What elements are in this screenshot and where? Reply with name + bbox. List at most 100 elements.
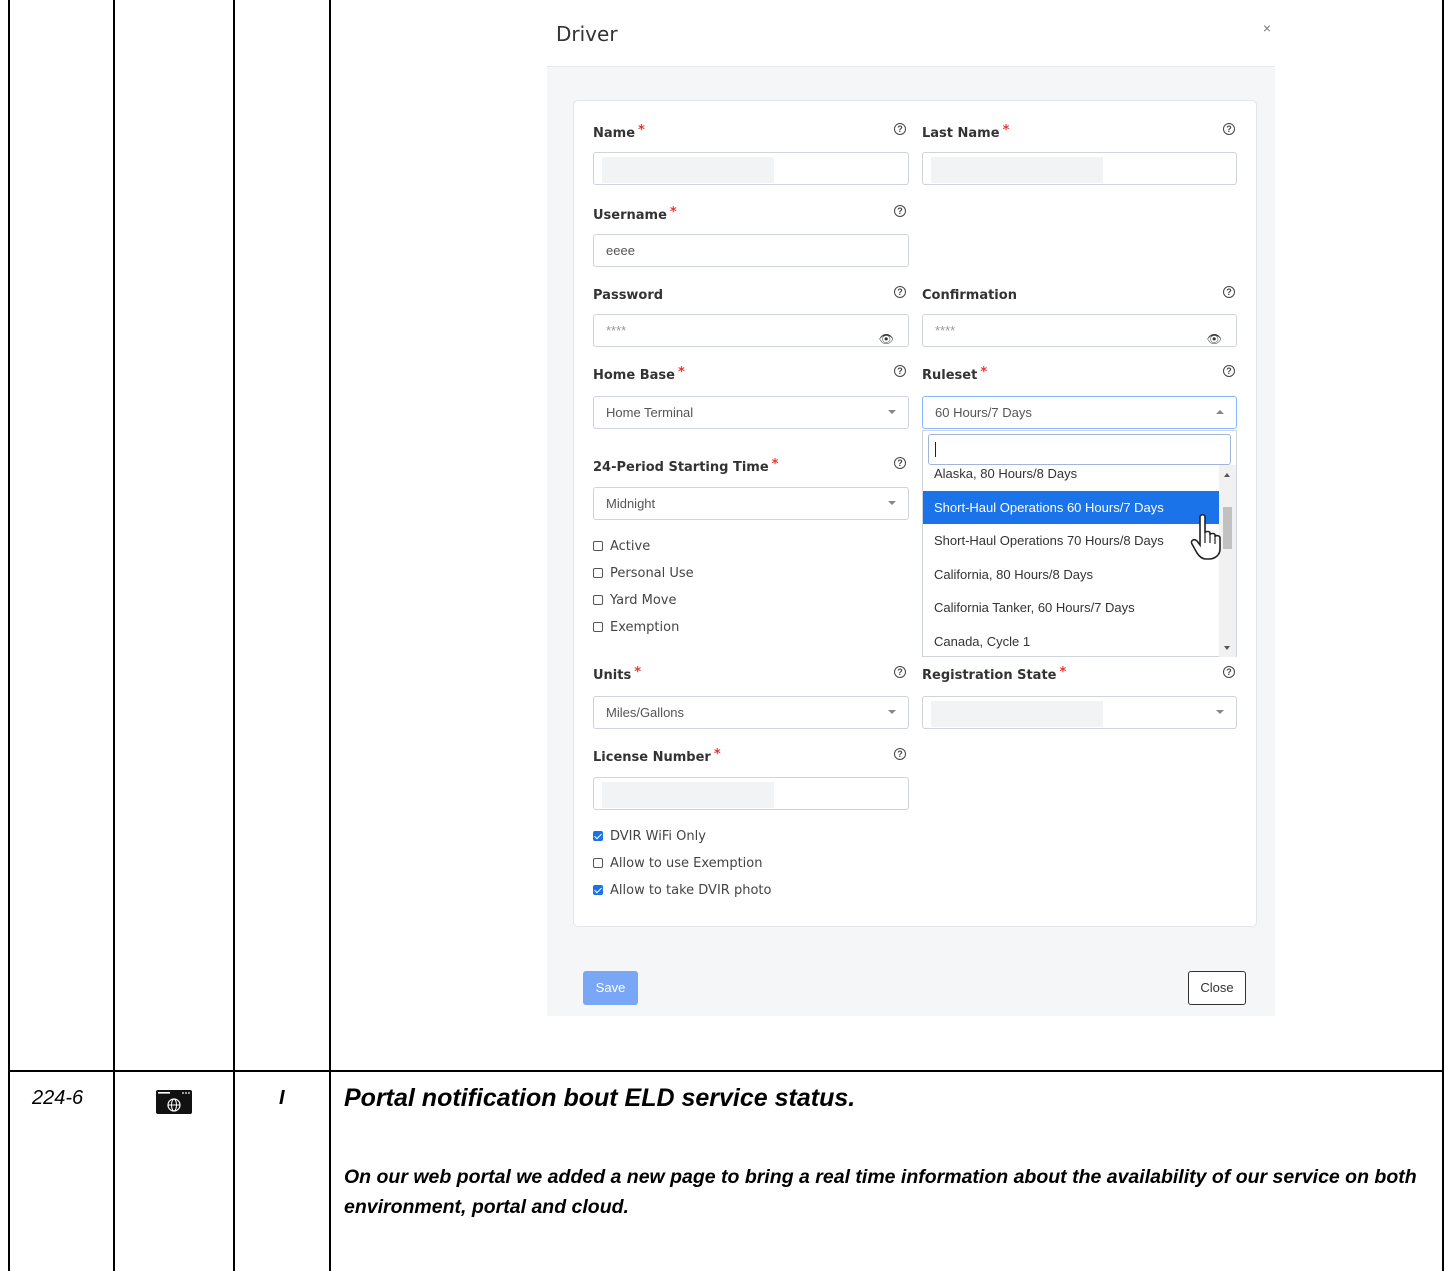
checkbox-label: Yard Move <box>610 593 677 608</box>
row-description: On our web portal we added a new page to… <box>344 1166 1417 1218</box>
dropdown-scrollbar[interactable] <box>1219 465 1236 657</box>
redacted-value <box>602 782 774 808</box>
ruleset-option[interactable]: California, 80 Hours/8 Days <box>923 558 1220 591</box>
confirmation-value: **** <box>935 323 956 338</box>
checkbox-unchecked-icon[interactable] <box>593 595 603 605</box>
ruleset-option[interactable]: Short-Haul Operations 70 Hours/8 Days <box>923 524 1220 557</box>
modal-footer: Save Close <box>556 958 1266 1016</box>
table-border-col3 <box>329 0 331 1271</box>
license-label: License Number * <box>593 747 721 765</box>
redacted-value <box>931 701 1103 727</box>
help-circle-icon[interactable]: ? <box>894 666 906 678</box>
hand-pointer-icon <box>1190 513 1221 560</box>
help-circle-icon[interactable]: ? <box>894 365 906 377</box>
checkbox-unchecked-icon[interactable] <box>593 622 603 632</box>
ruleset-option[interactable]: Canada, Cycle 1 <box>923 625 1220 658</box>
modal-header: Driver × <box>547 0 1275 67</box>
period-select[interactable]: Midnight <box>593 487 909 520</box>
ruleset-option[interactable]: California Tanker, 60 Hours/7 Days <box>923 591 1220 624</box>
checkbox-item[interactable]: Exemption <box>593 620 679 635</box>
eye-slash-icon[interactable]: 👁 <box>1207 324 1222 355</box>
row-title: Portal notification bout ELD service sta… <box>344 1084 856 1112</box>
modal-title: Driver <box>556 22 618 46</box>
checkbox-unchecked-icon[interactable] <box>593 568 603 578</box>
help-circle-icon[interactable]: ? <box>1223 123 1235 135</box>
checkbox-item[interactable]: Yard Move <box>593 593 676 608</box>
username-label: Username * <box>593 205 677 223</box>
row-type: I <box>279 1087 285 1109</box>
confirmation-label: Confirmation <box>922 288 1017 303</box>
period-label: 24-Period Starting Time * <box>593 457 779 475</box>
checkbox-item[interactable]: Allow to take DVIR photo <box>593 883 771 898</box>
home-base-select[interactable]: Home Terminal <box>593 396 909 429</box>
web-browser-globe-icon <box>154 1087 194 1117</box>
row-id: 224-6 <box>32 1087 84 1109</box>
home-base-label: Home Base * <box>593 365 685 383</box>
scroll-down-arrow[interactable] <box>1224 646 1230 650</box>
password-input[interactable]: **** 👁 <box>593 314 909 347</box>
units-value: Miles/Gallons <box>606 705 685 720</box>
ruleset-options-list: Alaska, 80 Hours/8 Days Short-Haul Operat… <box>923 465 1220 657</box>
units-select[interactable]: Miles/Gallons <box>593 696 909 729</box>
ruleset-option[interactable]: Short-Haul Operations 60 Hours/7 Days <box>923 490 1220 524</box>
checkbox-item[interactable]: Allow to use Exemption <box>593 856 762 871</box>
last-name-input[interactable] <box>922 152 1237 185</box>
ruleset-search-input[interactable] <box>928 434 1231 465</box>
help-circle-icon[interactable]: ? <box>894 748 906 760</box>
name-label: Name * <box>593 123 645 141</box>
scrollbar-thumb[interactable] <box>1223 507 1232 549</box>
checkbox-checked-icon[interactable] <box>593 831 603 841</box>
checkbox-item[interactable]: DVIR WiFi Only <box>593 829 706 844</box>
license-input[interactable] <box>593 777 909 810</box>
checkbox-checked-icon[interactable] <box>593 885 603 895</box>
ruleset-value: 60 Hours/7 Days <box>935 405 1032 420</box>
help-circle-icon[interactable]: ? <box>1223 666 1235 678</box>
checkbox-item[interactable]: Active <box>593 539 650 554</box>
redacted-value <box>931 157 1103 183</box>
ruleset-select[interactable]: 60 Hours/7 Days <box>922 396 1237 429</box>
redacted-value <box>602 157 774 183</box>
password-label: Password <box>593 288 664 303</box>
username-input[interactable]: eeee <box>593 234 909 267</box>
checkbox-label: Exemption <box>610 620 680 635</box>
help-circle-icon[interactable]: ? <box>894 457 906 469</box>
chevron-down-icon <box>1216 710 1224 714</box>
help-circle-icon[interactable]: ? <box>894 123 906 135</box>
password-value: **** <box>606 323 627 338</box>
close-button[interactable]: Close <box>1188 971 1246 1005</box>
table-row-divider <box>8 1070 1444 1072</box>
checkbox-label: Active <box>610 539 651 554</box>
help-circle-icon[interactable]: ? <box>894 286 906 298</box>
checkbox-label: DVIR WiFi Only <box>610 829 706 844</box>
chevron-up-icon <box>1216 410 1224 414</box>
registration-state-select[interactable] <box>922 696 1237 729</box>
chevron-down-icon <box>888 410 896 414</box>
table-border-col1 <box>113 0 115 1271</box>
confirmation-input[interactable]: **** 👁 <box>922 314 1237 347</box>
help-circle-icon[interactable]: ? <box>1223 286 1235 298</box>
ruleset-label: Ruleset * <box>922 365 988 383</box>
period-value: Midnight <box>606 496 656 511</box>
table-border-col2 <box>233 0 235 1271</box>
ruleset-option[interactable]: Alaska, 80 Hours/8 Days <box>923 465 1220 490</box>
chevron-down-icon <box>888 710 896 714</box>
table-border-right <box>1442 0 1444 1271</box>
save-button[interactable]: Save <box>583 971 638 1005</box>
help-circle-icon[interactable]: ? <box>894 205 906 217</box>
checkbox-label: Personal Use <box>610 566 694 581</box>
name-input[interactable] <box>593 152 909 185</box>
table-border-left <box>8 0 10 1271</box>
checkbox-item[interactable]: Personal Use <box>593 566 694 581</box>
chevron-down-icon <box>888 501 896 505</box>
close-icon[interactable]: × <box>1263 20 1271 36</box>
checkbox-unchecked-icon[interactable] <box>593 858 603 868</box>
last-name-label: Last Name * <box>922 123 1010 141</box>
eye-slash-icon[interactable]: 👁 <box>879 324 894 355</box>
help-circle-icon[interactable]: ? <box>1223 365 1235 377</box>
home-base-value: Home Terminal <box>606 405 694 420</box>
checkbox-unchecked-icon[interactable] <box>593 541 603 551</box>
checkbox-label: Allow to use Exemption <box>610 856 763 871</box>
registration-state-label: Registration State * <box>922 665 1067 683</box>
scroll-up-arrow[interactable] <box>1224 473 1230 477</box>
checkbox-label: Allow to take DVIR photo <box>610 883 772 898</box>
